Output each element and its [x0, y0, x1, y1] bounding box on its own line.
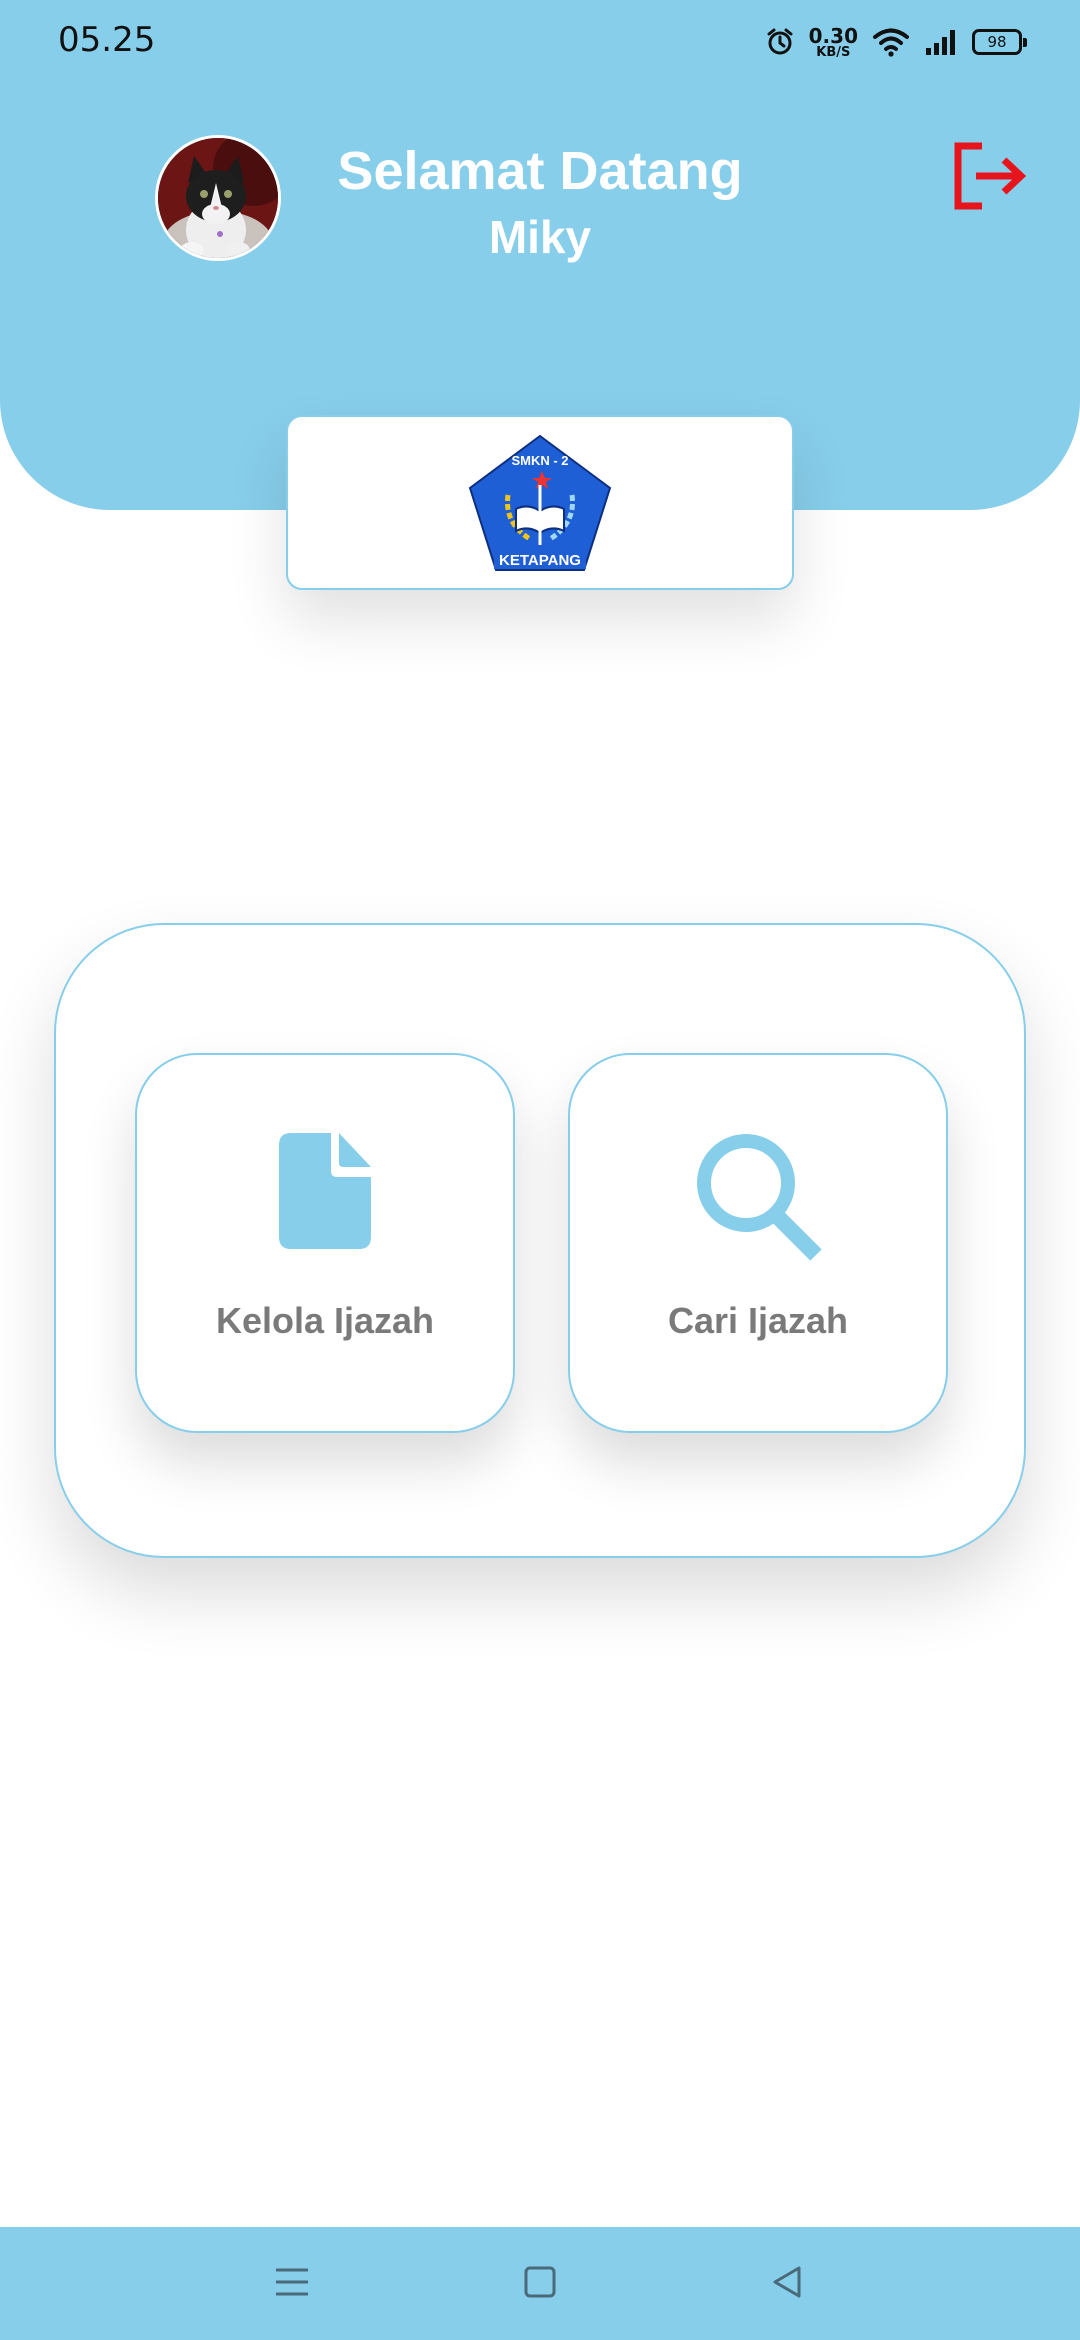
battery-icon: 98: [972, 29, 1027, 55]
document-icon: [137, 1133, 513, 1249]
school-logo-card: SMKN - 2 KETAPANG: [286, 415, 794, 590]
alarm-icon: [765, 27, 795, 57]
avatar[interactable]: [155, 135, 281, 261]
school-logo: SMKN - 2 KETAPANG: [464, 430, 616, 575]
cari-ijazah-button[interactable]: Cari Ijazah: [568, 1053, 948, 1433]
wifi-icon: [872, 27, 910, 57]
nav-home-button[interactable]: [510, 2257, 570, 2307]
nav-menu-button[interactable]: [262, 2257, 322, 2307]
kelola-ijazah-label: Kelola Ijazah: [215, 1300, 435, 1341]
menu-icon: [276, 2268, 308, 2296]
network-speed: 0.30 KB/S: [809, 26, 858, 59]
network-speed-value: 0.30: [808, 23, 858, 48]
navigation-bar: [0, 2227, 1080, 2340]
status-bar: 05.25 0.30 KB/S 98: [0, 0, 1080, 80]
menu-panel: Kelola Ijazah Cari Ijazah: [54, 923, 1026, 1558]
signal-icon: [924, 28, 958, 56]
user-name: Miky: [488, 211, 592, 263]
cari-ijazah-label: Cari Ijazah: [667, 1300, 849, 1341]
search-icon: [570, 1133, 946, 1261]
logo-top-text: SMKN - 2: [511, 453, 568, 468]
status-icons: 0.30 KB/S 98: [765, 20, 1027, 64]
back-triangle-icon: [773, 2266, 801, 2298]
cat-photo: [158, 138, 278, 258]
logout-button[interactable]: [950, 140, 1030, 212]
logo-bottom-text: KETAPANG: [499, 552, 581, 569]
home-screen: 05.25 0.30 KB/S 98 Selamat Datang Miky S…: [0, 0, 1080, 2340]
kelola-ijazah-button[interactable]: Kelola Ijazah: [135, 1053, 515, 1433]
welcome-title: Selamat Datang: [337, 141, 743, 201]
logout-icon: [954, 142, 1027, 210]
nav-back-button[interactable]: [757, 2257, 817, 2307]
network-speed-unit: KB/S: [816, 44, 851, 60]
status-time: 05.25: [58, 20, 156, 60]
home-square-icon: [524, 2266, 556, 2298]
